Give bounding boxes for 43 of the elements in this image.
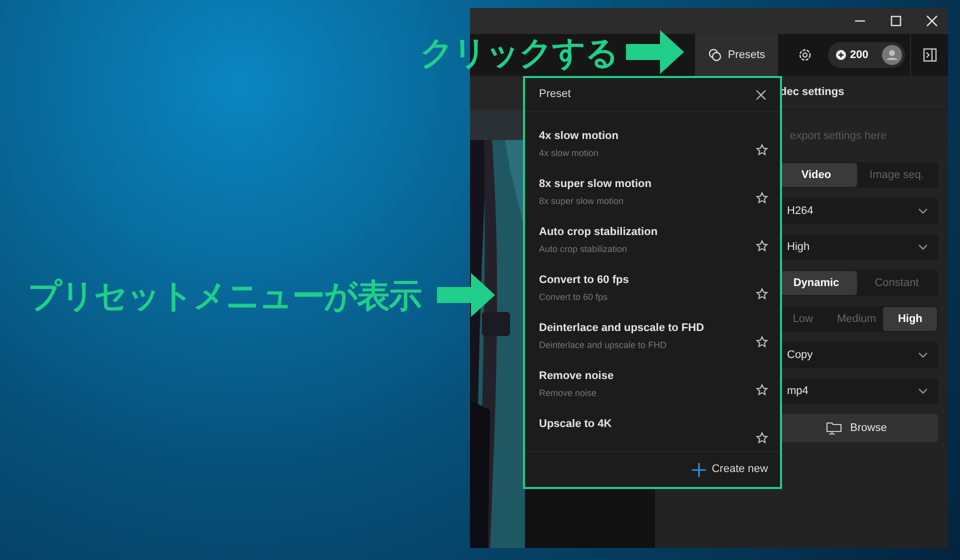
star-icon[interactable] bbox=[756, 240, 768, 252]
avatar-icon[interactable] bbox=[882, 45, 902, 65]
create-new-button[interactable]: Create new bbox=[692, 461, 768, 478]
star-icon[interactable] bbox=[756, 192, 768, 204]
star-icon[interactable] bbox=[756, 288, 768, 300]
preset-description: Remove noise bbox=[539, 386, 598, 400]
preset-name: Auto crop stabilization bbox=[539, 225, 658, 240]
star-icon[interactable] bbox=[756, 384, 768, 396]
side-panel-icon[interactable] bbox=[922, 48, 936, 62]
circles-icon bbox=[708, 48, 722, 62]
credits-count: 200 bbox=[850, 48, 868, 63]
preset-description: Deinterlace and upscale to FHD bbox=[539, 338, 668, 352]
preset-name: 4x slow motion bbox=[539, 129, 618, 144]
preset-description: Auto crop stabilization bbox=[539, 242, 628, 256]
credits-badge[interactable]: 200 bbox=[828, 42, 905, 68]
preset-name: Convert to 60 fps bbox=[539, 273, 629, 288]
presets-button[interactable]: Presets bbox=[695, 34, 778, 76]
coin-icon bbox=[836, 50, 846, 60]
star-icon[interactable] bbox=[756, 144, 768, 156]
maximize-icon[interactable] bbox=[890, 15, 902, 27]
star-icon[interactable] bbox=[756, 432, 768, 444]
preset-name: Deinterlace and upscale to FHD bbox=[539, 321, 704, 336]
close-icon[interactable] bbox=[756, 90, 766, 100]
preset-description: 8x super slow motion bbox=[539, 194, 625, 208]
arrow-icon bbox=[626, 30, 684, 74]
menu-title: Preset bbox=[539, 87, 571, 102]
preset-description: 4x slow motion bbox=[539, 146, 600, 160]
segment-option[interactable]: High bbox=[883, 307, 938, 331]
arrow-icon bbox=[437, 273, 495, 317]
plus-icon bbox=[692, 462, 706, 476]
settings-icon[interactable] bbox=[798, 48, 812, 62]
chevron-down-icon bbox=[918, 388, 928, 394]
preset-description: Convert to 60 fps bbox=[539, 290, 609, 304]
folder-icon bbox=[826, 421, 842, 435]
close-icon[interactable] bbox=[926, 15, 938, 27]
preset-name: 8x super slow motion bbox=[539, 177, 652, 192]
star-icon[interactable] bbox=[756, 336, 768, 348]
annotation-text: プリセットメニューが表示 bbox=[28, 278, 421, 312]
chevron-down-icon bbox=[918, 244, 928, 250]
preset-name: Remove noise bbox=[539, 369, 614, 384]
chevron-down-icon bbox=[918, 208, 928, 214]
preset-name: Upscale to 4K bbox=[539, 417, 612, 432]
chevron-down-icon bbox=[918, 352, 928, 358]
